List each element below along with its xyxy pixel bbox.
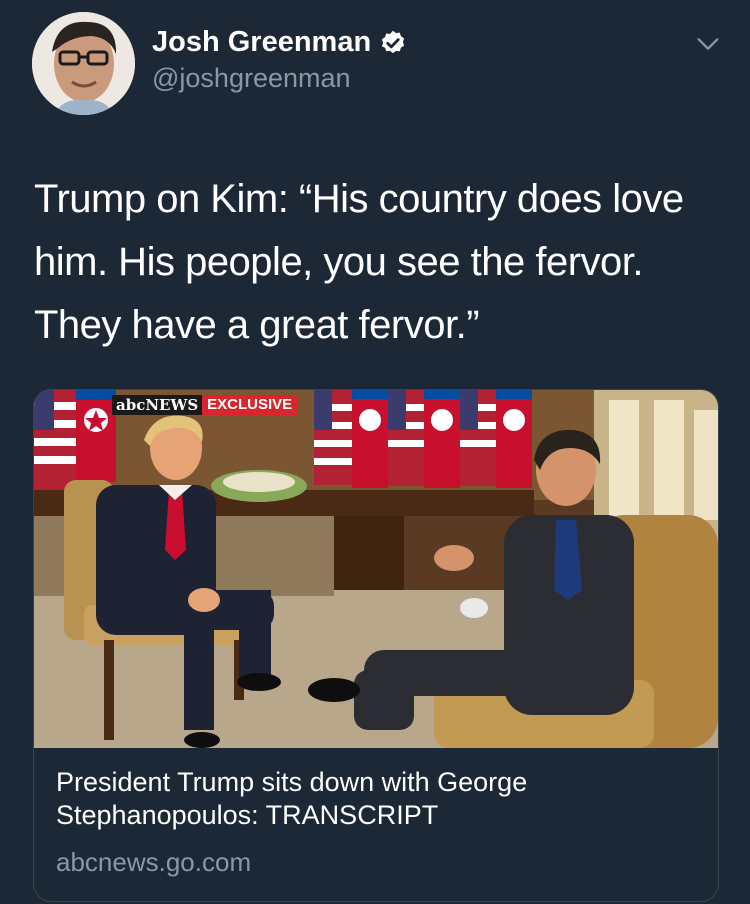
- interview-photo: [34, 390, 718, 748]
- exclusive-badge: abcNEWS EXCLUSIVE: [112, 395, 298, 415]
- avatar-image: [32, 12, 135, 115]
- author-name-row[interactable]: Josh Greenman: [152, 26, 407, 59]
- link-card[interactable]: abcNEWS EXCLUSIVE President Trump sits d…: [33, 389, 719, 902]
- chevron-down-icon[interactable]: [694, 30, 722, 58]
- avatar[interactable]: [32, 12, 135, 115]
- author-handle[interactable]: @joshgreenman: [152, 63, 351, 94]
- author-name[interactable]: Josh Greenman: [152, 26, 371, 59]
- card-domain: abcnews.go.com: [56, 847, 252, 877]
- card-title[interactable]: President Trump sits down with George St…: [56, 766, 696, 832]
- badge-network: abcNEWS: [112, 395, 203, 415]
- verified-badge-icon: [382, 30, 405, 53]
- tweet-text: Trump on Kim: “His country does love him…: [34, 177, 684, 347]
- badge-exclusive-label: EXCLUSIVE: [202, 395, 298, 415]
- card-image[interactable]: abcNEWS EXCLUSIVE: [34, 390, 718, 748]
